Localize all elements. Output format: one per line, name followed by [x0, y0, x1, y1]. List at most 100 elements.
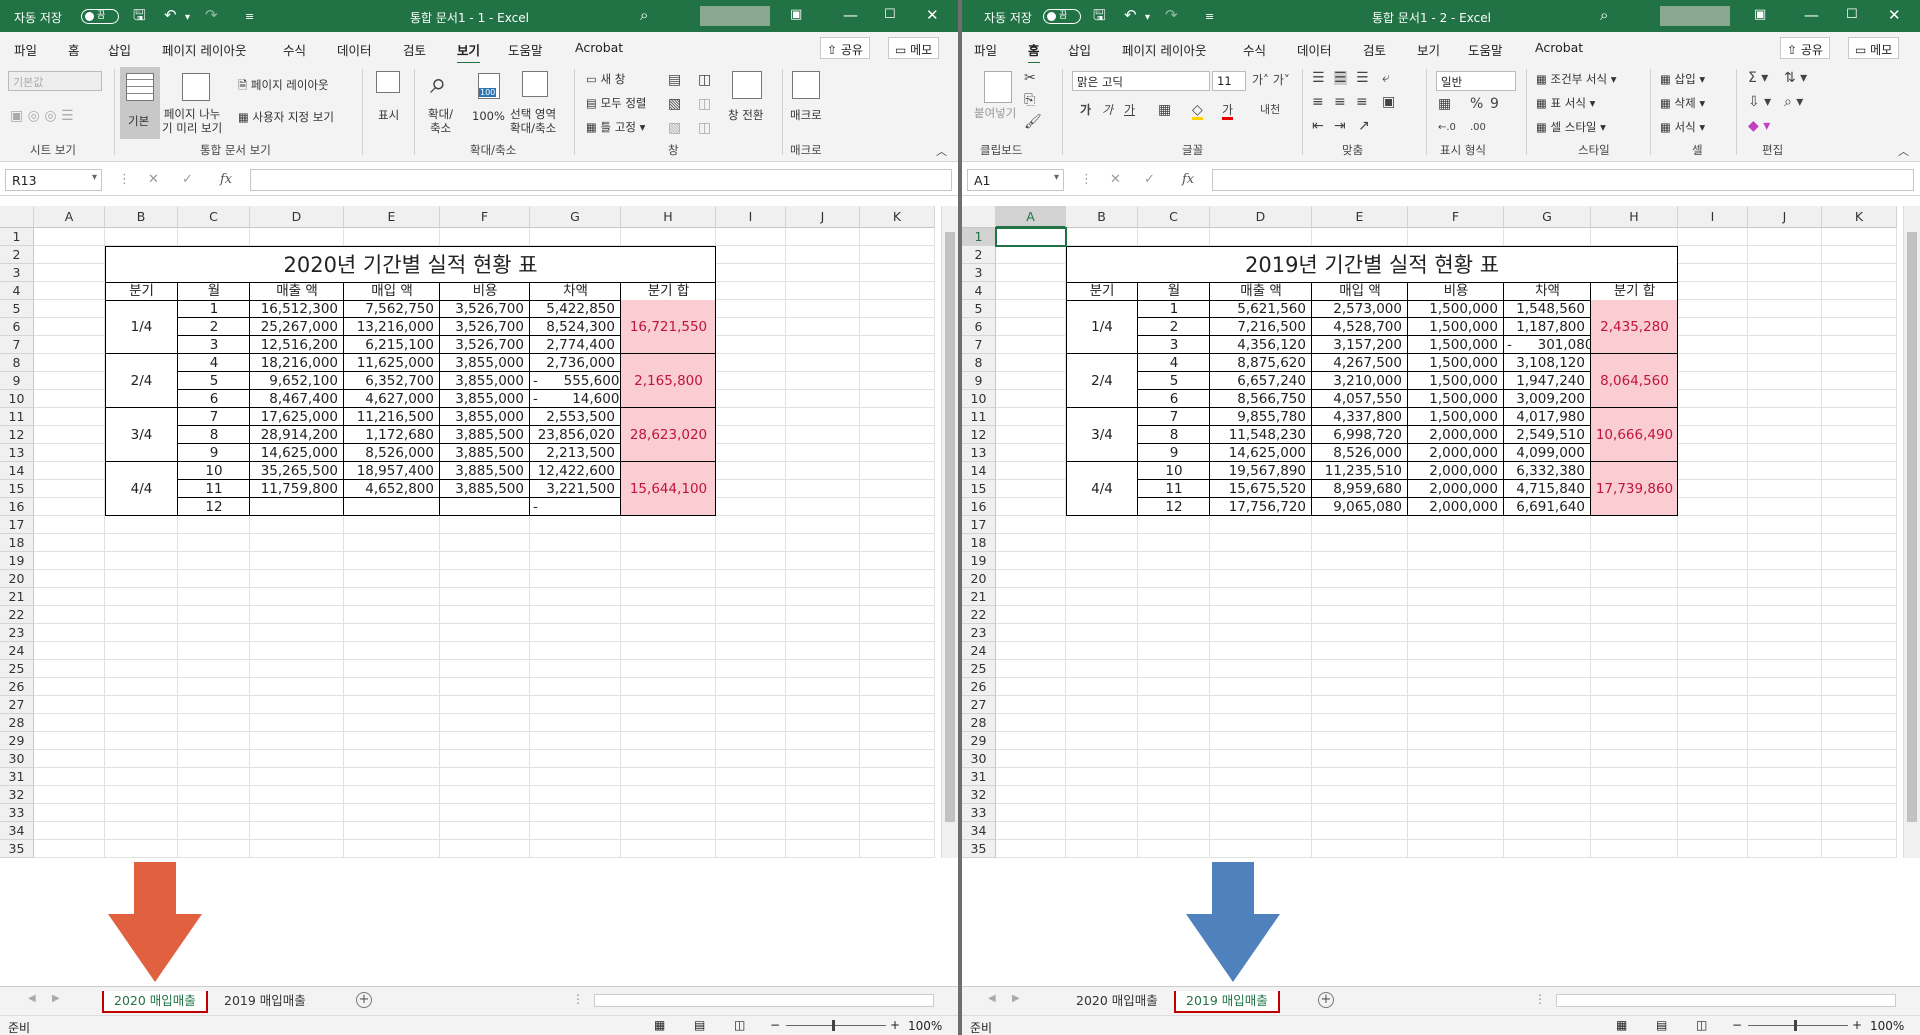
quarter-sum[interactable]: 28,623,020	[621, 426, 716, 444]
column-header[interactable]: D	[250, 206, 344, 228]
value-cell[interactable]	[344, 498, 440, 516]
font-color-icon[interactable]: 가	[1222, 103, 1234, 120]
row-header[interactable]: 24	[962, 642, 996, 660]
hide-icon[interactable]: ▧	[668, 97, 681, 111]
value-cell[interactable]: 8,526,000	[344, 444, 440, 462]
value-cell[interactable]: 1,172,680	[344, 426, 440, 444]
value-cell[interactable]: 4,652,800	[344, 480, 440, 498]
row-header[interactable]: 20	[962, 570, 996, 588]
sort-filter-icon[interactable]: ⇅ ▾	[1784, 71, 1807, 85]
value-cell[interactable]: 12,516,200	[250, 336, 344, 354]
value-cell[interactable]: 11,216,500	[344, 408, 440, 426]
collapse-ribbon-icon[interactable]: ︿	[1898, 145, 1909, 159]
value-cell[interactable]: 6,332,380	[1504, 462, 1591, 480]
value-cell[interactable]: 3,221,500	[530, 480, 621, 498]
column-header[interactable]: E	[344, 206, 440, 228]
horizontal-scrollbar[interactable]	[1556, 994, 1896, 1007]
row-header[interactable]: 15	[0, 480, 34, 498]
align-bottom-icon[interactable]: ☰	[1356, 71, 1369, 85]
tab-help[interactable]: 도움말	[508, 40, 543, 59]
value-cell[interactable]: 4,627,000	[344, 390, 440, 408]
phonetic-icon[interactable]: 내천	[1260, 103, 1280, 117]
column-header[interactable]: K	[860, 206, 935, 228]
column-header[interactable]: H	[621, 206, 716, 228]
value-cell[interactable]: 7,216,500	[1210, 318, 1312, 336]
row-header[interactable]: 23	[0, 624, 34, 642]
row-header[interactable]: 9	[0, 372, 34, 390]
zoom-level[interactable]: 100%	[908, 1019, 942, 1033]
value-cell[interactable]: 6,691,640	[1504, 498, 1591, 516]
column-header[interactable]: A	[34, 206, 105, 228]
reset-position-icon[interactable]: ◫	[698, 121, 711, 135]
switch-window-button[interactable]: 창 전환	[728, 107, 763, 123]
row-header[interactable]: 3	[962, 264, 996, 282]
tab-insert[interactable]: 삽입	[108, 40, 131, 59]
row-header[interactable]: 25	[0, 660, 34, 678]
row-header[interactable]: 27	[0, 696, 34, 714]
value-cell[interactable]: 1,500,000	[1408, 372, 1504, 390]
value-cell[interactable]: 3,526,700	[440, 300, 530, 318]
zoom-out-icon[interactable]: −	[1732, 1018, 1742, 1032]
value-cell[interactable]: 2,213,500	[530, 444, 621, 462]
enter-icon[interactable]: ✓	[1144, 172, 1155, 187]
row-header[interactable]: 18	[962, 534, 996, 552]
row-header[interactable]: 27	[962, 696, 996, 714]
value-cell[interactable]: 14,625,000	[250, 444, 344, 462]
row-header[interactable]: 8	[962, 354, 996, 372]
value-cell[interactable]: 3,526,700	[440, 336, 530, 354]
align-right-icon[interactable]: ≡	[1356, 95, 1368, 109]
value-cell[interactable]: 25,267,000	[250, 318, 344, 336]
value-cell[interactable]: 15,675,520	[1210, 480, 1312, 498]
row-header[interactable]: 28	[0, 714, 34, 732]
row-header[interactable]: 32	[962, 786, 996, 804]
row-header[interactable]: 23	[962, 624, 996, 642]
value-cell[interactable]: 5,621,560	[1210, 300, 1312, 318]
sheet-tab-2020[interactable]: 2020 매입매출	[1066, 991, 1168, 1013]
value-cell[interactable]: 16,512,300	[250, 300, 344, 318]
row-header[interactable]: 33	[0, 804, 34, 822]
row-header[interactable]: 13	[0, 444, 34, 462]
row-header[interactable]: 12	[962, 426, 996, 444]
value-cell[interactable]: 4,715,840	[1504, 480, 1591, 498]
row-header[interactable]: 19	[0, 552, 34, 570]
value-cell[interactable]: 2,000,000	[1408, 444, 1504, 462]
share-button[interactable]: ⇧ 공유	[820, 37, 870, 59]
column-header[interactable]: B	[1066, 206, 1138, 228]
page-break-preview-label[interactable]: 페이지 나누 기 미리 보기	[162, 107, 222, 135]
zoom-100-button[interactable]: 100%	[472, 109, 505, 123]
quarter-sum[interactable]: 17,739,860	[1591, 480, 1678, 498]
value-cell[interactable]: 3,855,000	[440, 372, 530, 390]
value-cell[interactable]: 23,856,020	[530, 426, 621, 444]
delete-cells-button[interactable]: ▦ 삭제 ▾	[1660, 95, 1705, 111]
value-cell[interactable]: - 301,080	[1504, 336, 1591, 354]
row-header[interactable]: 29	[962, 732, 996, 750]
row-header[interactable]: 4	[0, 282, 34, 300]
value-cell[interactable]: 35,265,500	[250, 462, 344, 480]
tab-help[interactable]: 도움말	[1468, 40, 1503, 59]
row-header[interactable]: 11	[0, 408, 34, 426]
value-cell[interactable]: 8,467,400	[250, 390, 344, 408]
sheet-tab-2019[interactable]: 2019 매입매출	[214, 991, 316, 1013]
normal-view-icon[interactable]: ▦	[1616, 1018, 1627, 1032]
value-cell[interactable]: 2,736,000	[530, 354, 621, 372]
formula-input[interactable]	[250, 169, 952, 191]
quarter-sum[interactable]: 10,666,490	[1591, 426, 1678, 444]
zoom-out-icon[interactable]: −	[770, 1018, 780, 1032]
align-middle-icon[interactable]: ☰	[1334, 71, 1347, 85]
row-header[interactable]: 21	[0, 588, 34, 606]
value-cell[interactable]: 4,267,500	[1312, 354, 1408, 372]
row-header[interactable]: 33	[962, 804, 996, 822]
zoom-in-icon[interactable]: +	[1852, 1018, 1862, 1032]
find-select-icon[interactable]: ⌕ ▾	[1784, 95, 1803, 109]
row-header[interactable]: 34	[0, 822, 34, 840]
scrollbar-thumb[interactable]	[945, 232, 955, 822]
normal-view-button[interactable]: 기본	[120, 67, 160, 139]
value-cell[interactable]	[440, 498, 530, 516]
row-header[interactable]: 31	[962, 768, 996, 786]
column-header[interactable]: F	[440, 206, 530, 228]
splitter-icon[interactable]: ⋮	[1534, 992, 1546, 1006]
quarter-sum[interactable]: 2,435,280	[1591, 318, 1678, 336]
format-cells-button[interactable]: ▦ 서식 ▾	[1660, 119, 1705, 135]
row-header[interactable]: 7	[962, 336, 996, 354]
value-cell[interactable]: 3,885,500	[440, 426, 530, 444]
